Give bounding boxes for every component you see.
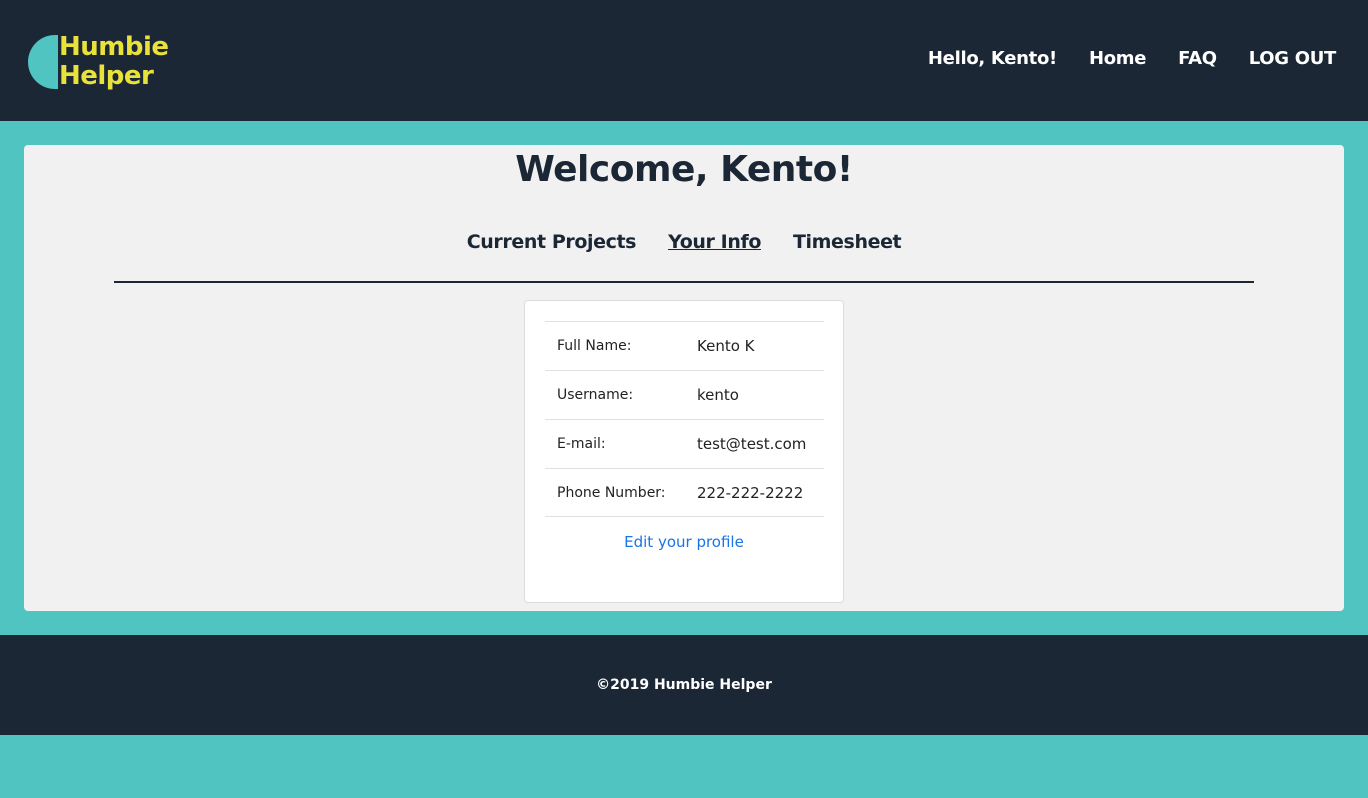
- tab-divider: [114, 281, 1254, 283]
- logo[interactable]: Humbie Helper: [28, 33, 188, 93]
- top-nav: Hello, Kento! Home FAQ LOG OUT: [928, 48, 1336, 69]
- tab-timesheet[interactable]: Timesheet: [793, 231, 902, 253]
- tab-your-info[interactable]: Your Info: [668, 231, 761, 253]
- copyright-text: ©2019 Humbie Helper: [596, 677, 772, 693]
- nav-greeting[interactable]: Hello, Kento!: [928, 48, 1057, 69]
- page-title: Welcome, Kento!: [515, 149, 853, 190]
- header: Humbie Helper Hello, Kento! Home FAQ LOG…: [0, 0, 1368, 121]
- info-value: 222-222-2222: [697, 483, 804, 502]
- info-label: Phone Number:: [557, 484, 666, 501]
- logo-line-2: Helper: [59, 61, 154, 91]
- info-row-email: E-mail: test@test.com: [545, 419, 824, 468]
- info-row-phone: Phone Number: 222-222-2222: [545, 468, 824, 517]
- tab-bar: Current Projects Your Info Timesheet: [24, 231, 1344, 253]
- nav-faq[interactable]: FAQ: [1178, 48, 1217, 69]
- user-info-table: Full Name: Kento K Username: kento E-mai…: [545, 321, 824, 517]
- tab-current-projects[interactable]: Current Projects: [467, 231, 637, 253]
- logo-half-circle-icon: [28, 35, 58, 89]
- user-info-card: Full Name: Kento K Username: kento E-mai…: [524, 300, 844, 603]
- info-value: Kento K: [697, 337, 755, 355]
- nav-logout[interactable]: LOG OUT: [1249, 48, 1337, 69]
- footer: ©2019 Humbie Helper: [0, 635, 1368, 735]
- info-value: kento: [697, 386, 739, 404]
- main-panel: Welcome, Kento! Current Projects Your In…: [24, 145, 1344, 611]
- logo-text: Humbie Helper: [59, 33, 169, 91]
- info-label: E-mail:: [557, 436, 606, 452]
- logo-line-1: Humbie: [59, 32, 169, 62]
- info-label: Full Name:: [557, 338, 632, 354]
- info-row-username: Username: kento: [545, 370, 824, 419]
- edit-profile-link[interactable]: Edit your profile: [525, 533, 843, 551]
- info-label: Username:: [557, 387, 634, 403]
- nav-home[interactable]: Home: [1089, 48, 1147, 69]
- info-row-full-name: Full Name: Kento K: [545, 321, 824, 370]
- info-value: test@test.com: [697, 435, 807, 453]
